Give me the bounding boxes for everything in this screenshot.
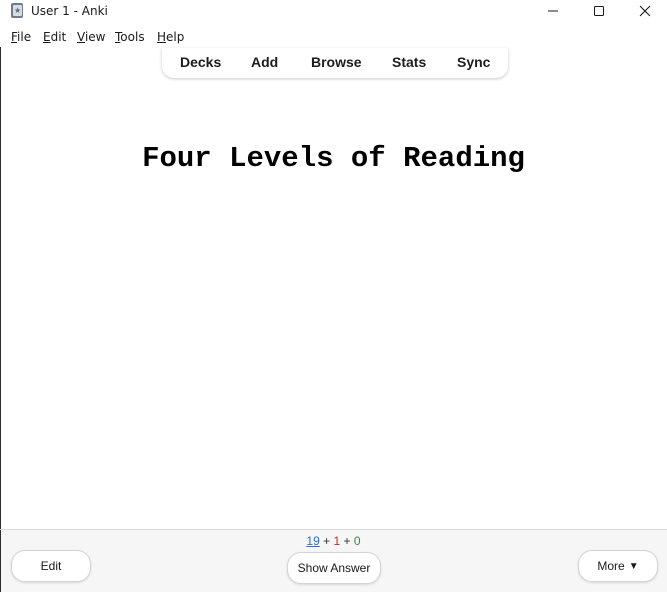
caret-down-icon: ▼ <box>628 560 639 572</box>
menu-tools[interactable]: Tools <box>115 29 145 45</box>
main-toolbar: Decks Add Browse Stats Sync <box>162 48 508 78</box>
menu-help-label: elp <box>166 30 185 44</box>
menu-tools-label: ools <box>120 30 145 44</box>
learning-count: 1 <box>333 534 341 548</box>
more-button-label: More <box>597 559 625 573</box>
count-separator: + <box>343 534 351 548</box>
menu-edit-label: dit <box>50 30 67 44</box>
review-count: 0 <box>353 534 361 548</box>
toolbar-browse[interactable]: Browse <box>311 54 362 71</box>
window-title: User 1 - Anki <box>31 4 108 18</box>
edit-button-label: Edit <box>40 559 62 573</box>
new-count: 19 <box>306 534 320 548</box>
menu-view-label: iew <box>84 30 106 44</box>
title-bar: ★ User 1 - Anki <box>0 0 667 22</box>
more-button[interactable]: More ▼ <box>578 550 658 582</box>
close-button[interactable] <box>622 0 667 22</box>
toolbar-stats[interactable]: Stats <box>392 54 426 71</box>
anki-app-icon: ★ <box>10 3 24 18</box>
toolbar-decks[interactable]: Decks <box>180 54 221 71</box>
show-answer-button[interactable]: Show Answer <box>287 552 381 584</box>
minimize-icon <box>548 10 558 12</box>
close-icon <box>639 5 651 17</box>
menu-view[interactable]: View <box>77 29 105 45</box>
menu-view-mnemonic: V <box>77 30 85 44</box>
toolbar-add[interactable]: Add <box>251 54 278 71</box>
maximize-icon <box>594 6 604 16</box>
menu-file-label: ile <box>17 30 32 44</box>
due-counts: 19 + 1 + 0 <box>0 534 667 549</box>
card-front-text: Four Levels of Reading <box>142 142 525 175</box>
show-answer-label: Show Answer <box>297 561 371 575</box>
menu-edit-mnemonic: E <box>43 30 51 44</box>
menu-help-mnemonic: H <box>157 30 167 44</box>
maximize-button[interactable] <box>576 0 622 22</box>
menu-edit[interactable]: Edit <box>43 29 66 45</box>
count-separator: + <box>323 534 331 548</box>
window-left-border <box>0 47 1 592</box>
menu-help[interactable]: Help <box>157 29 184 45</box>
toolbar-sync[interactable]: Sync <box>457 54 490 71</box>
menu-bar: File Edit View Tools Help <box>0 27 667 47</box>
edit-button[interactable]: Edit <box>11 550 91 582</box>
minimize-button[interactable] <box>530 0 576 22</box>
menu-file[interactable]: File <box>11 29 31 45</box>
